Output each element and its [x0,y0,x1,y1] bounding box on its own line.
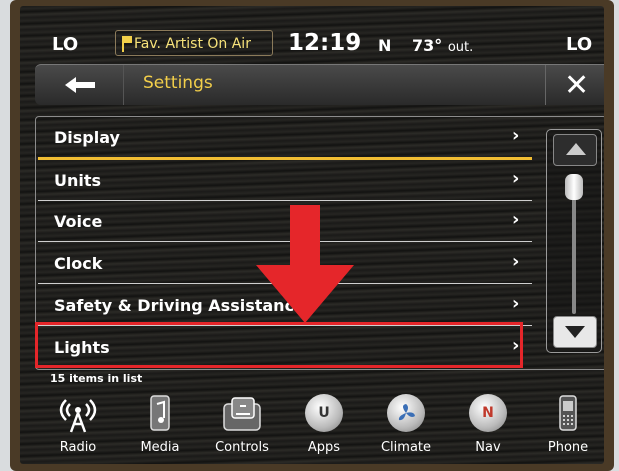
dock-label: Radio [59,440,97,455]
list-item-label: Clock [54,254,103,273]
outside-temperature: 73° out. [412,36,473,55]
dock-label: Nav [475,440,501,455]
dock-climate[interactable]: Climate [366,388,446,464]
favorite-artist-alert[interactable]: Fav. Artist On Air [115,30,273,56]
scroll-down-button[interactable] [553,316,597,348]
clock-time: 12:19 [288,30,362,56]
page-title: Settings [143,73,213,93]
settings-header: Settings ✕ [35,64,604,105]
list-item-label: Units [54,171,102,190]
bottom-dock: Radio Media Controls U Apps Climate N Na… [20,388,604,464]
scroll-thumb[interactable] [565,174,583,200]
chevron-right-icon: › [512,168,520,189]
radio-tower-icon [59,399,97,433]
media-icon [150,395,170,431]
compass-icon: N [466,394,510,434]
dock-nav[interactable]: N Nav [448,388,528,464]
chevron-right-icon: › [512,125,520,146]
lights-highlight-annotation [35,322,523,368]
compass-heading: N [378,36,392,55]
dock-label: Controls [215,440,269,455]
controls-icon [223,397,261,431]
climate-icon [384,394,428,434]
list-count: 15 items in list [50,372,143,385]
dock-radio[interactable]: Radio [38,388,118,464]
outside-temperature-value: 73° [412,36,443,55]
dock-media[interactable]: Media [120,388,200,464]
dock-controls[interactable]: Controls [202,388,282,464]
apps-glyph: U [305,394,343,432]
driver-temp-setting[interactable]: LO [52,34,78,55]
dock-label: Media [140,440,180,455]
scroll-up-button[interactable] [553,134,597,166]
back-button[interactable] [35,65,124,105]
list-item-units[interactable]: Units › [38,160,532,201]
annotation-arrow-down-icon [256,205,354,323]
list-scrollbar[interactable] [546,129,602,353]
status-bar: LO Fav. Artist On Air 12:19 N 73° out. L… [20,28,604,62]
close-button[interactable]: ✕ [545,65,604,105]
outside-temperature-suffix: out. [447,40,474,55]
dock-apps[interactable]: U Apps [284,388,364,464]
dock-phone[interactable]: Phone [528,388,604,464]
apps-icon: U [302,394,346,434]
fan-icon [398,404,415,421]
dock-label: Climate [380,440,432,455]
phone-icon [559,395,577,431]
dock-label: Apps [307,440,341,455]
list-item-display[interactable]: Display › [38,117,532,160]
nav-glyph: N [469,394,507,432]
passenger-temp-setting[interactable]: LO [566,34,592,55]
chevron-right-icon: › [512,293,520,314]
list-item-label: Display [54,128,120,147]
favorite-artist-label: Fav. Artist On Air [134,36,251,52]
chevron-right-icon: › [512,251,520,272]
list-item-label: Voice [54,212,103,231]
dock-label: Phone [547,440,589,455]
flag-icon [122,36,132,52]
chevron-right-icon: › [512,209,520,230]
arrow-left-icon [65,77,95,93]
close-icon: ✕ [564,68,590,103]
